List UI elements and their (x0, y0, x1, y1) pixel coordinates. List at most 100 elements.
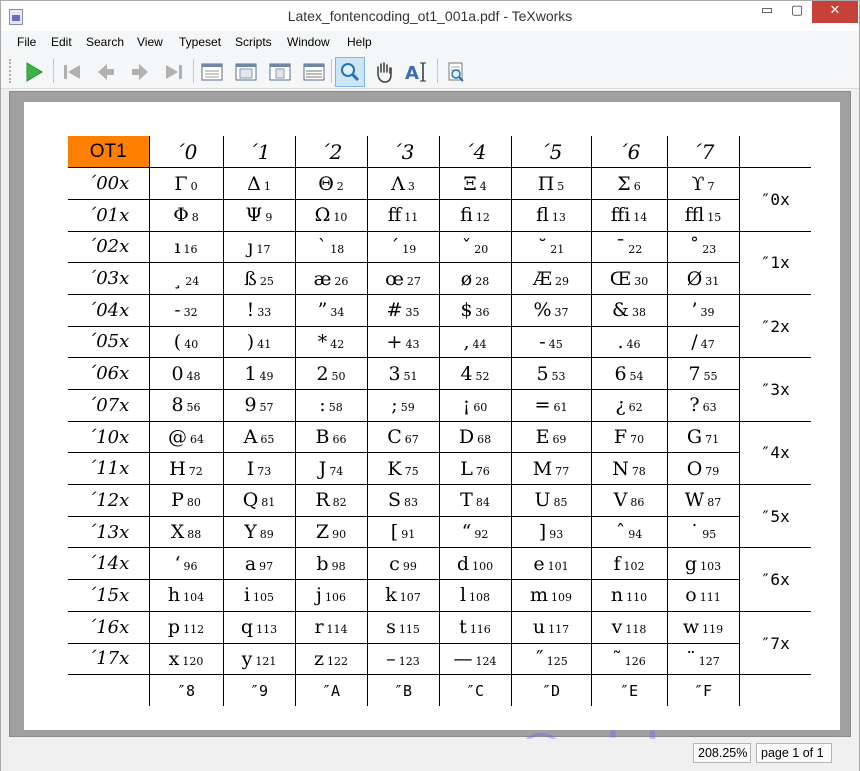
column-header: ´2 (294, 136, 368, 169)
column-header: ´6 (590, 136, 668, 169)
glyph-cell: ffl 15 (666, 198, 740, 232)
glyph: p (167, 616, 181, 639)
glyph-code: 113 (256, 623, 278, 637)
menu-file[interactable]: File (17, 35, 36, 49)
glyph-cell: (40 (148, 325, 224, 359)
glyph-cell: = 61 (510, 389, 592, 422)
first-page-button[interactable] (57, 57, 87, 87)
glyph-cell: ¨ 127 (666, 642, 740, 676)
glyph-cell: ¸ 24 (148, 262, 224, 295)
menu-search[interactable]: Search (86, 35, 124, 49)
glyph-cell: [91 (366, 515, 440, 549)
go-to-source-button[interactable] (441, 57, 471, 87)
glyph-code: 90 (332, 528, 347, 542)
glyph: “ (461, 521, 472, 544)
glyph-code: 77 (555, 464, 570, 478)
fit-content-icon (303, 63, 325, 81)
menu-help[interactable]: Help (347, 35, 372, 49)
glyph: c (389, 552, 400, 575)
glyph: ff (387, 204, 402, 227)
glyph-cell: ] 93 (510, 515, 592, 549)
glyph-code: 95 (702, 528, 717, 542)
glyph-cell: Œ 30 (590, 262, 668, 295)
glyph-code: 18 (330, 242, 345, 256)
glyph: ß (244, 267, 257, 290)
title-bar[interactable]: Latex_fontencoding_ot1_001a.pdf - TeXwor… (1, 1, 859, 31)
glyph-cell: 9 57 (222, 389, 296, 422)
glyph-cell: Z 90 (294, 515, 368, 549)
row-header: ´16x (68, 610, 150, 644)
glyph-cell: i 105 (222, 579, 296, 612)
hand-tool-button[interactable] (369, 57, 399, 87)
fit-content-button[interactable] (299, 57, 329, 87)
glyph-code: 72 (188, 464, 203, 478)
glyph: 8 (171, 394, 184, 417)
glyph: f (613, 552, 621, 575)
glyph: Y (244, 521, 257, 544)
glyph-code: 67 (404, 433, 419, 447)
glyph-cell: 7 55 (666, 357, 740, 390)
glyph-cell: a 97 (222, 547, 296, 581)
maximize-button[interactable]: ▢ (783, 1, 811, 23)
minimize-button[interactable]: ▭ (753, 1, 781, 23)
actual-size-button[interactable] (197, 57, 227, 87)
texworks-window: Latex_fontencoding_ot1_001a.pdf - TeXwor… (0, 0, 860, 771)
glyph-cell: 3 51 (366, 357, 440, 390)
glyph: 7 (688, 362, 701, 385)
glyph-code: 15 (707, 211, 722, 225)
glyph-cell: V 86 (590, 484, 668, 517)
glyph-cell: ? 63 (666, 389, 740, 422)
glyph-code: 7 (707, 179, 715, 193)
glyph-code: 98 (331, 559, 346, 573)
next-page-icon (132, 64, 148, 80)
previous-page-button[interactable] (91, 57, 121, 87)
glyph-code: 69 (552, 433, 567, 447)
glyph-cell: z 122 (294, 642, 368, 676)
glyph-cell: v 118 (590, 610, 668, 644)
glyph: : (319, 394, 326, 417)
glyph-cell: Ω 10 (294, 198, 368, 232)
glyph-cell: Ξ4 (438, 167, 512, 200)
next-page-button[interactable] (125, 57, 155, 87)
hand-tool-icon (377, 62, 392, 83)
glyph-code: 43 (405, 337, 420, 351)
table-row: ´13x X 88 Y 89 Z 90[91 “92] 93 ˆ 94 ˙ 95 (68, 515, 811, 549)
page-indicator[interactable]: page 1 of 1 (756, 743, 832, 763)
glyph-cell: ˜ 126 (590, 642, 668, 676)
toolbar-separator (437, 59, 438, 83)
glyph-cell: ß 25 (222, 262, 296, 295)
glyph-cell: N 78 (590, 452, 668, 486)
glyph-cell: ȷ 17 (222, 230, 296, 264)
glyph-cell: ˚ 23 (666, 230, 740, 264)
menu-edit[interactable]: Edit (51, 35, 72, 49)
menu-view[interactable]: View (137, 35, 163, 49)
select-text-button[interactable]: A (402, 57, 432, 87)
glyph-cell: 8 56 (148, 389, 224, 422)
glyph: U (534, 489, 551, 512)
zoom-level[interactable]: 208.25% (693, 743, 751, 763)
typeset-button[interactable] (19, 57, 49, 87)
toolbar-grip[interactable] (9, 59, 13, 83)
fit-page-button[interactable] (265, 57, 295, 87)
glyph: ffl (684, 204, 705, 227)
glyph-code: 92 (474, 528, 489, 542)
glyph: , (463, 330, 470, 353)
typeset-icon (26, 62, 43, 82)
magnifier-button[interactable] (335, 57, 365, 87)
menu-window[interactable]: Window (287, 35, 330, 49)
fit-width-button[interactable] (231, 57, 261, 87)
pdf-viewport[interactable]: OT1 ´0 ´1 ´2 ´3 ´4 ´5 ´6 ´7 ´00x Γ 0 Δ 1 Θ 2 Λ 3 Ξ 4 Π 5 Σ 6 ϒ 7 ″… (9, 91, 851, 771)
glyph: z (313, 647, 324, 670)
glyph-code: 8 (191, 211, 199, 225)
status-bar: 208.25% page 1 of 1 (1, 739, 859, 771)
menu-typeset[interactable]: Typeset (179, 35, 221, 49)
last-page-button[interactable] (159, 57, 189, 87)
menu-scripts[interactable]: Scripts (235, 35, 272, 49)
close-button[interactable]: ✕ (812, 1, 858, 23)
magnifier-icon (341, 63, 360, 82)
glyph: g (684, 552, 698, 575)
glyph: J (318, 457, 327, 480)
glyph: ” (317, 299, 328, 322)
glyph: / (691, 330, 698, 353)
glyph: ˚ (689, 235, 700, 258)
